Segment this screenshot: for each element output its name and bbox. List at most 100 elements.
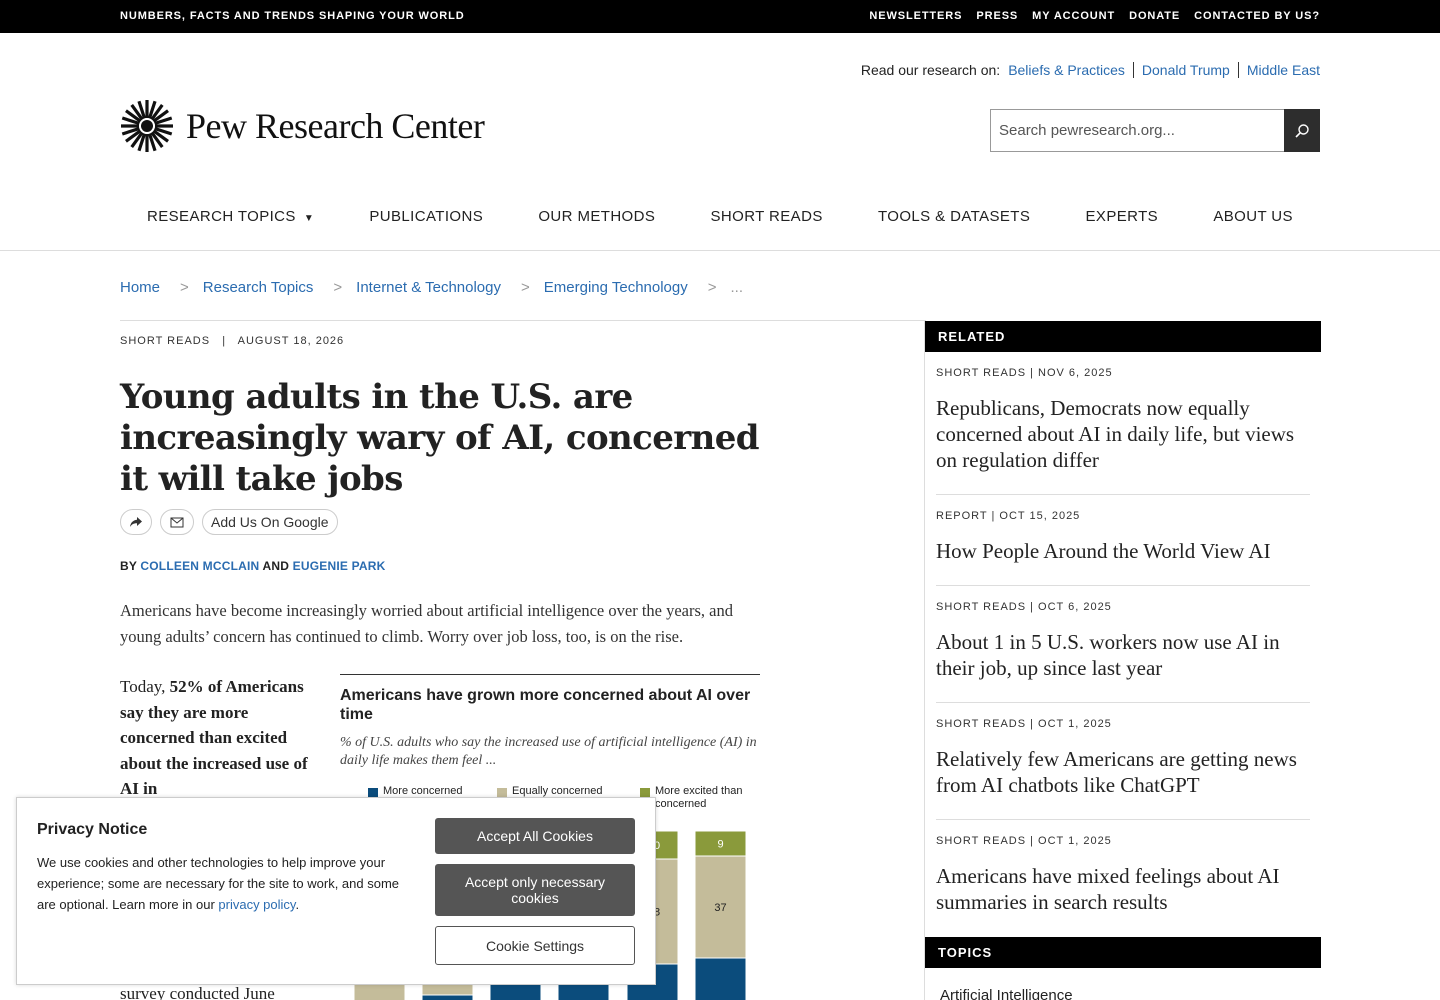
related-meta: SHORT READS | OCT 1, 2025 [936, 835, 1112, 847]
related-item: SHORT READS | OCT 1, 2025 Americans have… [936, 835, 1310, 915]
article-paragraph-continued: survey conducted June [120, 984, 275, 1000]
article-date: AUGUST 18, 2026 [237, 335, 345, 347]
top-link-donate[interactable]: DONATE [1129, 10, 1180, 22]
nav-about-us[interactable]: ABOUT US [1213, 208, 1293, 225]
top-link-my-account[interactable]: MY ACCOUNT [1032, 10, 1115, 22]
related-meta: REPORT | OCT 15, 2025 [936, 510, 1081, 522]
share-button[interactable] [120, 509, 152, 535]
research-link-beliefs[interactable]: Beliefs & Practices [1008, 62, 1133, 78]
research-link-middle-east[interactable]: Middle East [1237, 62, 1320, 78]
meta-separator: | [222, 335, 227, 347]
breadcrumb-home[interactable]: Home [120, 279, 160, 296]
research-topics-line: Read our research on: Beliefs & Practice… [861, 62, 1320, 78]
related-item: REPORT | OCT 15, 2025 How People Around … [936, 510, 1310, 564]
breadcrumb-ellipsis: ... [730, 279, 744, 296]
logo-text: Pew Research Center [186, 106, 485, 146]
chart-data-label: 9 [717, 839, 723, 851]
chart-subtitle: % of U.S. adults who say the increased u… [340, 735, 757, 768]
envelope-icon [170, 517, 184, 527]
related-title-link[interactable]: Republicans, Democrats now equally conce… [936, 395, 1310, 473]
breadcrumb-internet-technology[interactable]: Internet & Technology [356, 279, 501, 296]
research-label: Read our research on: [860, 62, 1001, 78]
nav-our-methods[interactable]: OUR METHODS [538, 208, 655, 225]
byline-by: BY [120, 559, 137, 573]
top-link-press[interactable]: PRESS [976, 10, 1018, 22]
nav-divider [0, 250, 1440, 251]
accept-necessary-cookies-button[interactable]: Accept only necessary cookies [435, 864, 635, 916]
related-item: SHORT READS | NOV 6, 2025 Republicans, D… [936, 367, 1310, 473]
pew-sunburst-icon [121, 100, 173, 152]
topics-heading: TOPICS [925, 937, 1321, 968]
nav-research-topics[interactable]: RESEARCH TOPICS ▼ [147, 208, 314, 225]
breadcrumb-divider [120, 320, 926, 321]
paragraph-text: Today, [120, 677, 170, 696]
related-meta: SHORT READS | OCT 1, 2025 [936, 718, 1112, 730]
chart-figure: Americans have grown more concerned abou… [340, 674, 760, 1000]
legend-label: More excited than concerned [655, 785, 743, 810]
legend-item: More excited than concerned [640, 785, 750, 811]
breadcrumb-separator: > [521, 279, 530, 296]
site-tagline: NUMBERS, FACTS AND TRENDS SHAPING YOUR W… [120, 10, 465, 22]
privacy-policy-link[interactable]: privacy policy [218, 897, 295, 912]
breadcrumb-research-topics[interactable]: Research Topics [203, 279, 314, 296]
related-title-link[interactable]: About 1 in 5 U.S. workers now use AI in … [936, 629, 1310, 681]
top-links: NEWSLETTERS PRESS MY ACCOUNT DONATE CONT… [869, 10, 1320, 22]
related-item: SHORT READS | OCT 1, 2025 Relatively few… [936, 718, 1310, 798]
chart-data-label: 37 [714, 902, 726, 914]
chart-bar-segment [694, 957, 747, 1000]
related-divider [936, 585, 1310, 586]
topic-link[interactable]: Artificial Intelligence [940, 987, 1073, 1000]
article-paragraph: Today, 52% of Americans say they are mor… [120, 674, 310, 802]
related-title-link[interactable]: Relatively few Americans are getting new… [936, 746, 1310, 798]
cookie-settings-button[interactable]: Cookie Settings [435, 926, 635, 965]
search-icon [1295, 123, 1309, 138]
related-heading: RELATED [925, 321, 1321, 352]
related-meta: SHORT READS | NOV 6, 2025 [936, 367, 1113, 379]
chart-title: Americans have grown more concerned abou… [340, 687, 751, 723]
email-button[interactable] [160, 509, 194, 535]
sidebar-divider [924, 321, 925, 1000]
privacy-notice-dialog: Privacy Notice We use cookies and other … [16, 797, 656, 985]
related-meta: SHORT READS | OCT 6, 2025 [936, 601, 1112, 613]
breadcrumb-emerging-technology[interactable]: Emerging Technology [544, 279, 688, 296]
site-logo[interactable]: Pew Research Center [120, 99, 485, 153]
related-divider [936, 702, 1310, 703]
nav-label: RESEARCH TOPICS [147, 208, 296, 225]
breadcrumb-separator: > [707, 279, 717, 296]
byline: BY COLLEEN MCCLAIN AND EUGENIE PARK [120, 559, 386, 573]
article-category[interactable]: SHORT READS [120, 335, 210, 347]
author-link[interactable]: EUGENIE PARK [293, 559, 386, 573]
top-link-newsletters[interactable]: NEWSLETTERS [869, 10, 962, 22]
search-button[interactable] [1284, 109, 1320, 152]
nav-publications[interactable]: PUBLICATIONS [369, 208, 483, 225]
top-link-contacted[interactable]: CONTACTED BY US? [1194, 10, 1320, 22]
accept-all-cookies-button[interactable]: Accept All Cookies [435, 818, 635, 854]
privacy-period: . [295, 897, 300, 912]
share-arrow-icon [130, 517, 142, 527]
add-us-on-google-button[interactable]: Add Us On Google [202, 509, 338, 535]
research-link-trump[interactable]: Donald Trump [1132, 62, 1238, 78]
related-item: SHORT READS | OCT 6, 2025 About 1 in 5 U… [936, 601, 1310, 681]
privacy-title: Privacy Notice [37, 821, 148, 838]
nav-short-reads[interactable]: SHORT READS [711, 208, 823, 225]
page-title: Young adults in the U.S. are increasingl… [120, 377, 760, 499]
related-title-link[interactable]: How People Around the World View AI [936, 538, 1310, 564]
nav-tools-datasets[interactable]: TOOLS & DATASETS [878, 208, 1030, 225]
related-title-link[interactable]: Americans have mixed feelings about AI s… [936, 863, 1310, 915]
chart-bar-segment [421, 994, 474, 1000]
author-link[interactable]: COLLEEN MCCLAIN [140, 559, 259, 573]
article-lede: Americans have become increasingly worri… [120, 601, 733, 646]
privacy-text: We use cookies and other technologies to… [37, 852, 417, 915]
nav-experts[interactable]: EXPERTS [1086, 208, 1159, 225]
main-nav: RESEARCH TOPICS ▼ PUBLICATIONS OUR METHOD… [120, 208, 1320, 225]
search-box [990, 109, 1320, 152]
article-meta: SHORT READS | AUGUST 18, 2026 [120, 335, 344, 347]
search-input[interactable] [990, 109, 1284, 152]
caret-down-icon: ▼ [303, 213, 315, 224]
related-divider [936, 819, 1310, 820]
top-bar: NUMBERS, FACTS AND TRENDS SHAPING YOUR W… [0, 0, 1440, 33]
related-divider [936, 494, 1310, 495]
breadcrumb: Home > Research Topics > Internet & Tech… [120, 279, 743, 296]
breadcrumb-separator: > [180, 279, 189, 296]
byline-and: AND [262, 559, 290, 573]
